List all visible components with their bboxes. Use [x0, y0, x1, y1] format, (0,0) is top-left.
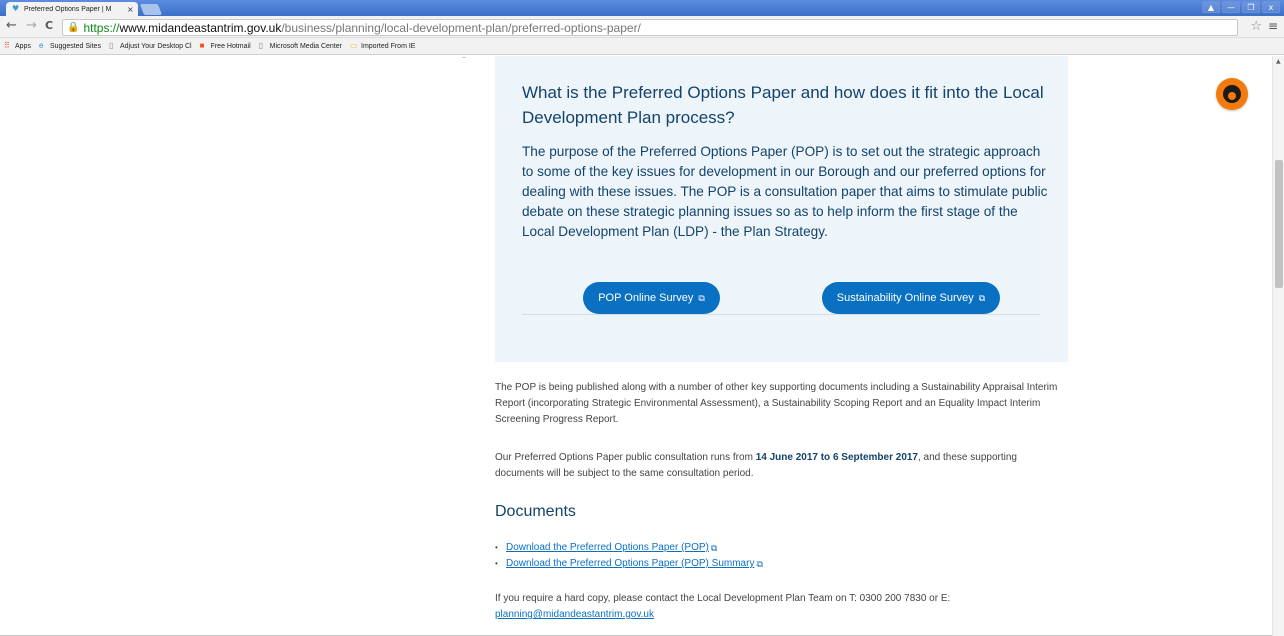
- folder-icon: ▭: [350, 41, 358, 50]
- site-favicon-icon: ♥: [12, 4, 20, 13]
- bookmark-imported-ie[interactable]: ▭ Imported From IE: [350, 42, 415, 50]
- consultation-period-paragraph: Our Preferred Options Paper public consu…: [495, 450, 1065, 482]
- ie-icon: e: [38, 41, 44, 50]
- maximize-button[interactable]: ❐: [1242, 1, 1260, 13]
- browser-title-bar: ♥ Preferred Options Paper | M × ▲ — ❐ x: [0, 0, 1284, 16]
- hard-copy-paragraph: If you require a hard copy, please conta…: [495, 591, 1065, 623]
- bookmark-apps[interactable]: ⠿ Apps: [4, 42, 31, 50]
- callout-heading: What is the Preferred Options Paper and …: [522, 83, 1044, 127]
- url-host: www.midandeastantrim.gov.uk: [119, 20, 282, 35]
- tab-close-icon[interactable]: ×: [127, 5, 134, 14]
- pop-online-survey-button[interactable]: POP Online Survey ⧉: [583, 282, 720, 314]
- pop-info-callout: What is the Preferred Options Paper and …: [495, 56, 1068, 362]
- close-window-button[interactable]: x: [1262, 1, 1280, 13]
- button-label: POP Online Survey: [598, 292, 694, 304]
- browser-tab[interactable]: ♥ Preferred Options Paper | M ×: [6, 2, 138, 16]
- browser-menu-icon[interactable]: ≡: [1268, 19, 1278, 33]
- sustainability-online-survey-button[interactable]: Sustainability Online Survey ⧉: [822, 282, 1000, 314]
- bookmark-free-hotmail[interactable]: ■ Free Hotmail: [200, 42, 251, 50]
- button-label: Sustainability Online Survey: [836, 292, 974, 304]
- apps-grid-icon: ⠿: [4, 41, 10, 50]
- bookmark-media-center[interactable]: ▯ Microsoft Media Center: [259, 42, 342, 50]
- documents-heading: Documents: [495, 503, 576, 520]
- reload-button[interactable]: C: [45, 19, 53, 33]
- documents-list: • Download the Preferred Options Paper (…: [495, 540, 763, 572]
- external-link-icon: ⧉: [698, 292, 705, 303]
- page-icon: ▯: [258, 41, 264, 50]
- minimize-button[interactable]: —: [1222, 1, 1240, 13]
- external-link-icon: ⧉: [710, 543, 718, 553]
- list-item: • Download the Preferred Options Paper (…: [495, 556, 763, 572]
- browser-toolbar: ← → C 🔒 https:// www.midandeastantrim.go…: [0, 16, 1284, 38]
- new-tab-button[interactable]: [139, 4, 163, 15]
- web-page: What is the Preferred Options Paper and …: [0, 56, 1272, 636]
- bookmark-suggested-sites[interactable]: e Suggested Sites: [39, 42, 101, 50]
- list-item: • Download the Preferred Options Paper (…: [495, 540, 763, 556]
- page-icon: ▯: [108, 41, 114, 50]
- url-scheme: https://: [83, 20, 120, 35]
- lock-icon: 🔒: [67, 22, 80, 33]
- external-link-icon: ⧉: [978, 292, 986, 303]
- bookmark-adjust-desktop[interactable]: ▯ Adjust Your Desktop Cl: [109, 42, 192, 50]
- scrollbar-thumb[interactable]: [1275, 160, 1283, 288]
- address-bar[interactable]: 🔒 https:// www.midandeastantrim.gov.uk /…: [62, 19, 1238, 36]
- consultation-dates: 14 June 2017 to 6 September 2017: [755, 452, 918, 463]
- email-link[interactable]: planning@midandeastantrim.gov.uk: [495, 609, 654, 620]
- bookmark-label: Suggested Sites: [49, 42, 101, 50]
- url-path: /business/planning/local-development-pla…: [281, 20, 641, 35]
- bookmark-label: Apps: [15, 42, 31, 50]
- divider: [522, 314, 1040, 315]
- tab-title: Preferred Options Paper | M: [24, 5, 112, 13]
- bookmark-star-icon[interactable]: ☆: [1250, 19, 1262, 34]
- window-controls: ▲ — ❐ x: [1202, 1, 1280, 13]
- paragraph-text: If you require a hard copy, please conta…: [495, 593, 951, 604]
- external-link-icon: ⧉: [756, 559, 763, 569]
- forward-button[interactable]: →: [26, 19, 37, 33]
- page-scrollbar[interactable]: ▲: [1272, 56, 1284, 636]
- accessibility-button[interactable]: [1216, 78, 1248, 110]
- bookmark-label: Free Hotmail: [210, 42, 251, 50]
- bookmarks-bar: ⠿ Apps e Suggested Sites ▯ Adjust Your D…: [0, 38, 1284, 55]
- bullet: •: [495, 543, 498, 552]
- download-pop-link[interactable]: Download the Preferred Options Paper (PO…: [506, 540, 709, 556]
- headphones-icon: [1223, 85, 1241, 103]
- callout-body: The purpose of the Preferred Options Pap…: [522, 144, 1048, 239]
- supporting-documents-paragraph: The POP is being published along with a …: [495, 382, 1058, 425]
- scroll-up-icon[interactable]: ▲: [1276, 58, 1281, 65]
- windows-icon: ■: [199, 41, 205, 50]
- bullet: •: [495, 559, 498, 568]
- user-profile-button[interactable]: ▲: [1202, 1, 1220, 13]
- bookmark-label: Imported From IE: [361, 42, 416, 50]
- bookmark-label: Adjust Your Desktop Cl: [119, 42, 192, 50]
- download-pop-summary-link[interactable]: Download the Preferred Options Paper (PO…: [506, 556, 754, 572]
- divider: [462, 57, 466, 58]
- bookmark-label: Microsoft Media Center: [269, 42, 342, 50]
- back-button[interactable]: ←: [6, 19, 17, 33]
- paragraph-text: Our Preferred Options Paper public consu…: [495, 452, 756, 463]
